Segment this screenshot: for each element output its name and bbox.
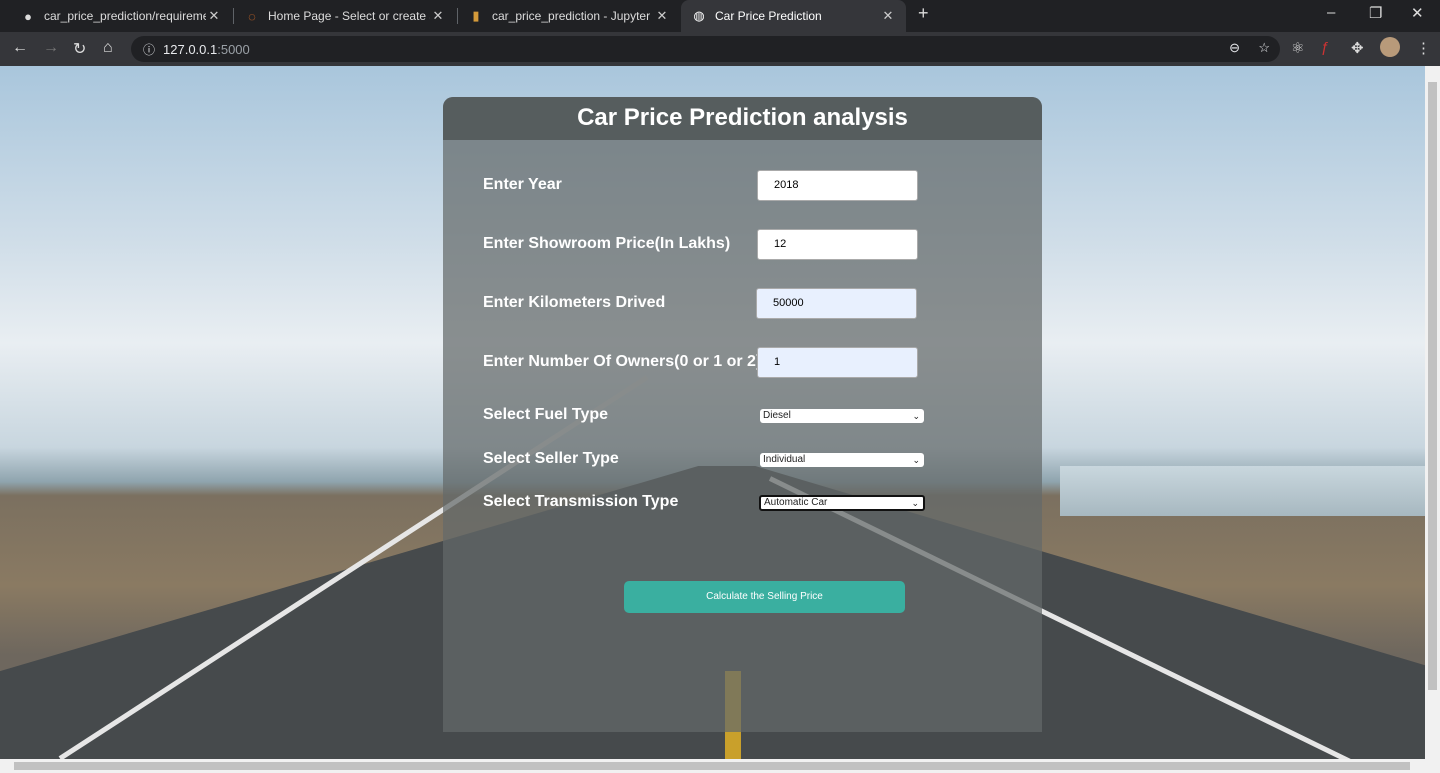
close-tab-icon[interactable]: ✕ bbox=[654, 8, 670, 24]
close-window-icon[interactable]: ✕ bbox=[1411, 4, 1424, 22]
tab-notebook[interactable]: ▮ car_price_prediction - Jupyter No ✕ bbox=[458, 0, 680, 32]
scrollbar-thumb[interactable] bbox=[1428, 82, 1437, 690]
chevron-down-icon: ⌄ bbox=[912, 455, 920, 465]
seller-type-label: Select Seller Type bbox=[483, 450, 619, 467]
prediction-form: Car Price Prediction analysis Enter Year… bbox=[443, 97, 1042, 732]
close-tab-icon[interactable]: ✕ bbox=[880, 8, 896, 24]
background-sea bbox=[1060, 466, 1425, 516]
back-icon[interactable]: ← bbox=[12, 39, 28, 57]
showroom-price-input[interactable]: 12 bbox=[757, 229, 918, 260]
fuel-type-label: Select Fuel Type bbox=[483, 406, 609, 423]
browser-toolbar: ← → ↻ ⌂ ⓘ 127.0.0.1:5000 ⊖ ☆ ⚛ ƒ ✥ ⋮ bbox=[0, 32, 1440, 66]
info-icon: ⓘ bbox=[143, 42, 156, 57]
transmission-type-select[interactable]: Automatic Car ⌄ bbox=[759, 495, 925, 511]
menu-icon[interactable]: ⋮ bbox=[1416, 39, 1431, 57]
owners-input[interactable]: 1 bbox=[757, 347, 918, 378]
globe-icon: ◍ bbox=[693, 8, 705, 23]
showroom-price-label: Enter Showroom Price(In Lakhs) bbox=[483, 235, 731, 252]
transmission-type-label: Select Transmission Type bbox=[483, 493, 679, 510]
extensions-icon[interactable]: ✥ bbox=[1351, 39, 1364, 57]
vertical-scrollbar[interactable] bbox=[1425, 66, 1440, 759]
react-devtools-icon[interactable]: ⚛ bbox=[1291, 39, 1304, 57]
page-viewport: Car Price Prediction analysis Enter Year… bbox=[0, 66, 1425, 759]
kilometers-label: Enter Kilometers Drived bbox=[483, 294, 666, 311]
horizontal-scrollbar[interactable] bbox=[0, 759, 1440, 773]
address-bar[interactable]: ⓘ 127.0.0.1:5000 ⊖ ☆ bbox=[131, 36, 1280, 62]
minimize-icon[interactable]: – bbox=[1327, 4, 1335, 21]
tab-jupyter-home[interactable]: ◌ Home Page - Select or create a n ✕ bbox=[234, 0, 456, 32]
new-tab-icon[interactable]: + bbox=[918, 3, 929, 24]
chevron-down-icon: ⌄ bbox=[912, 411, 920, 421]
bookmark-star-icon[interactable]: ☆ bbox=[1258, 40, 1270, 56]
reload-icon[interactable]: ↻ bbox=[73, 39, 86, 59]
home-icon[interactable]: ⌂ bbox=[103, 39, 113, 57]
owners-label: Enter Number Of Owners(0 or 1 or 2) bbox=[483, 353, 762, 370]
chevron-down-icon: ⌄ bbox=[911, 498, 919, 508]
tab-strip: ● car_price_prediction/requirement ✕ ◌ Home… bbox=[0, 0, 1440, 32]
notebook-icon: ▮ bbox=[472, 8, 480, 23]
seller-type-select[interactable]: Individual ⌄ bbox=[760, 453, 924, 467]
close-tab-icon[interactable]: ✕ bbox=[206, 8, 222, 24]
restore-icon[interactable]: ❐ bbox=[1369, 4, 1382, 22]
github-icon: ● bbox=[24, 8, 32, 24]
tab-github[interactable]: ● car_price_prediction/requirement ✕ bbox=[10, 0, 232, 32]
tab-car-price-prediction[interactable]: ◍ Car Price Prediction ✕ bbox=[681, 0, 906, 32]
year-label: Enter Year bbox=[483, 176, 562, 193]
forward-icon[interactable]: → bbox=[43, 39, 59, 57]
profile-avatar[interactable] bbox=[1380, 37, 1400, 57]
year-input[interactable]: 2018 bbox=[757, 170, 918, 201]
flash-icon[interactable]: ƒ bbox=[1321, 39, 1329, 56]
kilometers-input[interactable]: 50000 bbox=[756, 288, 917, 319]
jupyter-icon: ◌ bbox=[248, 8, 256, 24]
close-tab-icon[interactable]: ✕ bbox=[430, 8, 446, 24]
zoom-icon[interactable]: ⊖ bbox=[1229, 40, 1240, 56]
fuel-type-select[interactable]: Diesel ⌄ bbox=[760, 409, 924, 423]
scrollbar-thumb[interactable] bbox=[14, 762, 1410, 770]
page-title: Car Price Prediction analysis bbox=[443, 97, 1042, 140]
calculate-button[interactable]: Calculate the Selling Price bbox=[624, 581, 905, 613]
